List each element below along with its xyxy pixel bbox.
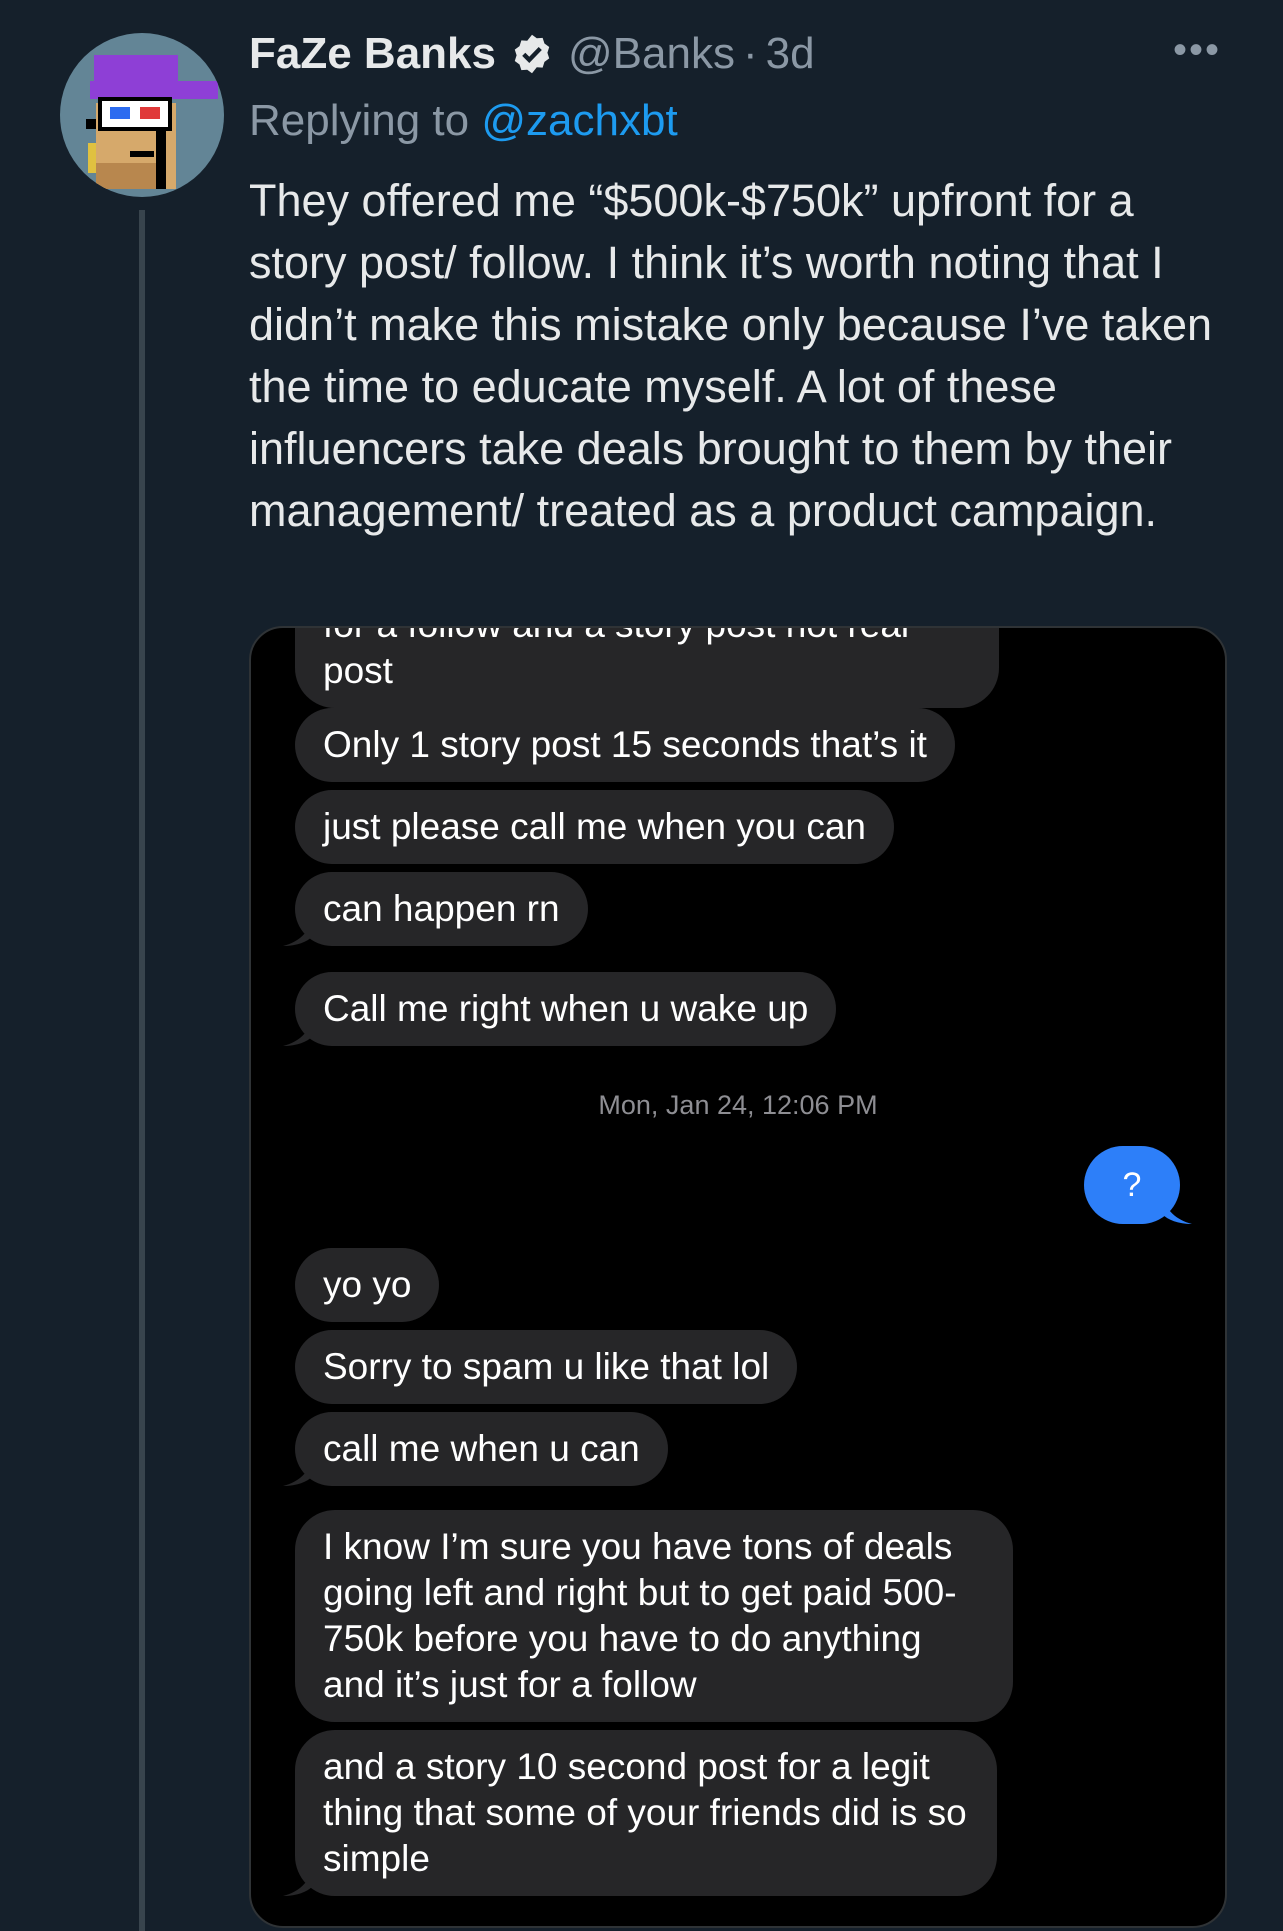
message-text: ?	[1122, 1166, 1142, 1204]
message-bubble-1: for a follow and a story post not real p…	[295, 628, 999, 708]
bubble-tail-icon	[1162, 1196, 1192, 1224]
message-text: call me when u can	[323, 1428, 640, 1469]
replying-prefix: Replying to	[249, 96, 482, 145]
message-bubble-7: Sorry to spam u like that lol	[295, 1330, 798, 1404]
more-options-icon[interactable]: •••	[1173, 30, 1221, 70]
message-text: yo yo	[323, 1264, 412, 1305]
bubble-tail-icon	[283, 1018, 313, 1046]
replying-to-link[interactable]: @zachxbt	[481, 96, 677, 145]
message-text: can happen rn	[323, 888, 560, 929]
bubble-tail-icon	[283, 1458, 313, 1486]
display-name[interactable]: FaZe Banks	[249, 29, 496, 79]
message-bubble-4: can happen rn	[283, 872, 588, 946]
timestamp[interactable]: 3d	[766, 29, 815, 79]
message-bubble-6: yo yo	[295, 1248, 440, 1322]
pixel-ape-avatar-icon	[86, 55, 218, 189]
avatar[interactable]	[60, 33, 224, 197]
message-text: Call me right when u wake up	[323, 988, 809, 1029]
message-text: I know I’m sure you have tons of deals g…	[323, 1526, 957, 1705]
handle[interactable]: @Banks	[568, 29, 735, 79]
thread-line	[139, 210, 145, 1931]
message-text: for a follow and a story post not real p…	[323, 628, 909, 691]
message-bubble-2: Only 1 story post 15 seconds that’s it	[295, 708, 955, 782]
bubble-tail-icon	[283, 1868, 313, 1896]
tweet-text: They offered me “$500k-$750k” upfront fo…	[249, 175, 1212, 536]
message-text: Sorry to spam u like that lol	[323, 1346, 770, 1387]
tweet-header: FaZe Banks @Banks · 3d	[249, 24, 815, 84]
message-bubble-9: I know I’m sure you have tons of deals g…	[295, 1510, 1013, 1722]
bubble-tail-icon	[283, 918, 313, 946]
message-timestamp: Mon, Jan 24, 12:06 PM	[598, 1090, 878, 1120]
message-text: Only 1 story post 15 seconds that’s it	[323, 724, 927, 765]
message-bubble-8: call me when u can	[283, 1412, 668, 1486]
replying-to: Replying to @zachxbt	[249, 96, 678, 146]
message-bubble-5: Call me right when u wake up	[283, 972, 837, 1046]
message-text: and a story 10 second post for a legit t…	[323, 1746, 967, 1879]
attached-screenshot[interactable]: for a follow and a story post not real p…	[249, 626, 1227, 1928]
outgoing-message-bubble: ?	[1084, 1146, 1192, 1224]
message-text: just please call me when you can	[323, 806, 866, 847]
separator-dot: ·	[742, 29, 758, 78]
verified-badge-icon	[514, 34, 550, 74]
message-bubble-10: and a story 10 second post for a legit t…	[283, 1730, 997, 1896]
message-bubble-3: just please call me when you can	[295, 790, 894, 864]
